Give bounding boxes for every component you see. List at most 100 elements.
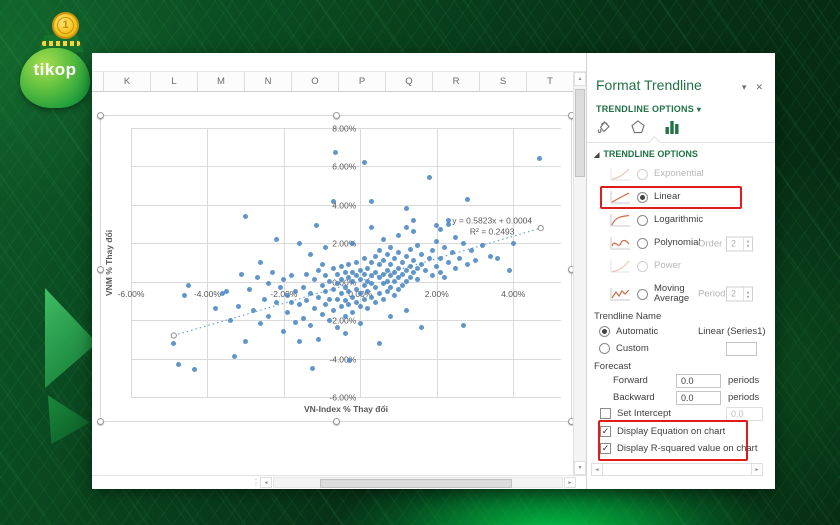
pane-close-icon[interactable]: ✕ (755, 82, 763, 93)
trendline-options-section-header[interactable]: ◢ TRENDLINE OPTIONS (594, 149, 698, 159)
trendline-option-exponential[interactable]: Exponential (587, 163, 775, 186)
scatter-point[interactable] (480, 242, 486, 248)
x-axis-title[interactable]: VN-Index % Thay đổi (131, 404, 561, 414)
scatter-point[interactable] (338, 263, 344, 269)
scatter-point[interactable] (227, 317, 233, 323)
scatter-point[interactable] (309, 365, 315, 371)
moving-average-radio[interactable] (637, 288, 648, 300)
scatter-point[interactable] (464, 261, 470, 267)
scatter-point[interactable] (361, 256, 367, 262)
scroll-right-button[interactable]: ► (751, 463, 763, 476)
scroll-down-button[interactable]: ▼ (574, 461, 586, 475)
scatter-point[interactable] (239, 271, 245, 277)
scatter-point[interactable] (354, 260, 359, 265)
scatter-point[interactable] (510, 240, 516, 246)
fill-line-tab[interactable] (595, 119, 613, 137)
scatter-point[interactable] (441, 244, 447, 250)
trendline-option-polynomial[interactable]: Polynomial Order 2 ▲ ▼ (587, 232, 775, 255)
scatter-point[interactable] (182, 292, 187, 298)
scatter-point[interactable] (369, 294, 375, 300)
logarithmic-radio[interactable] (637, 215, 648, 226)
moving-average-spinner[interactable]: 2 ▲ ▼ (726, 286, 753, 302)
scatter-point[interactable] (380, 236, 386, 242)
custom-name-option[interactable]: Custom (599, 343, 649, 354)
scatter-point[interactable] (461, 240, 467, 246)
effects-tab[interactable] (629, 119, 647, 137)
chart-selection-handle[interactable] (333, 112, 340, 119)
scatter-point[interactable] (464, 196, 470, 202)
trendline-option-linear[interactable]: Linear (587, 186, 775, 209)
scatter-point[interactable] (334, 296, 340, 302)
scatter-point[interactable] (350, 240, 356, 246)
scatter-point[interactable] (315, 336, 321, 342)
sheet-vertical-scrollbar[interactable]: ▲ ▼ (573, 72, 586, 475)
scatter-point[interactable] (445, 260, 451, 265)
chart-selection-handle[interactable] (97, 418, 104, 425)
scatter-point[interactable] (224, 288, 230, 294)
scatter-point[interactable] (300, 284, 306, 290)
scatter-point[interactable] (376, 290, 382, 296)
scatter-point[interactable] (380, 296, 386, 302)
scatter-point[interactable] (407, 263, 413, 269)
set-intercept-option[interactable]: Set Intercept (600, 408, 671, 419)
scatter-point[interactable] (212, 306, 218, 312)
scatter-point[interactable] (296, 240, 302, 246)
scatter-point[interactable] (418, 261, 424, 267)
scatter-point[interactable] (300, 315, 306, 321)
power-radio[interactable] (637, 261, 648, 272)
scatter-point[interactable] (342, 269, 348, 275)
scatter-point[interactable] (403, 206, 409, 212)
scatter-point[interactable] (403, 254, 409, 260)
scatter-point[interactable] (438, 269, 444, 275)
trendline-option-power[interactable]: Power (587, 255, 775, 278)
scatter-point[interactable] (262, 296, 268, 302)
scatter-point[interactable] (292, 288, 298, 294)
scatter-point[interactable] (415, 242, 421, 248)
automatic-radio[interactable] (599, 326, 610, 337)
scatter-point[interactable] (361, 160, 367, 166)
scatter-point[interactable] (319, 283, 325, 289)
scatter-point[interactable] (315, 267, 321, 273)
scatter-point[interactable] (331, 286, 337, 292)
scatter-point[interactable] (380, 258, 386, 264)
scatter-point[interactable] (315, 294, 321, 300)
pane-menu-arrow-icon[interactable]: ▾ (742, 82, 747, 93)
scatter-point[interactable] (384, 267, 390, 273)
scroll-up-button[interactable]: ▲ (574, 72, 586, 86)
column-header-r[interactable]: R (432, 72, 479, 91)
scatter-point[interactable] (506, 267, 512, 273)
scatter-point[interactable] (331, 265, 337, 271)
scatter-point[interactable] (231, 354, 237, 360)
pane-horizontal-scrollbar[interactable]: ◄ ► (591, 463, 763, 476)
polynomial-radio[interactable] (637, 238, 648, 249)
chart-options-tab[interactable] (663, 119, 681, 137)
scroll-left-button[interactable]: ◄ (591, 463, 603, 476)
scatter-point[interactable] (445, 217, 451, 223)
column-header-k[interactable]: K (103, 72, 150, 91)
scatter-point[interactable] (296, 338, 302, 344)
scatter-point[interactable] (369, 198, 375, 204)
scatter-point[interactable] (327, 296, 333, 302)
custom-name-input[interactable] (726, 342, 757, 356)
forward-input[interactable]: 0.0 (676, 374, 721, 388)
scatter-point[interactable] (426, 256, 432, 262)
scatter-point[interactable] (250, 308, 256, 314)
column-header-o[interactable]: O (291, 72, 338, 91)
scatter-point[interactable] (342, 313, 348, 319)
scatter-point[interactable] (376, 261, 382, 267)
scatter-point[interactable] (342, 331, 348, 337)
scatter-point[interactable] (399, 283, 405, 289)
scatter-point[interactable] (361, 271, 367, 277)
chart-object[interactable]: y = 0.5823x + 0.0004 R² = 0.2493 -6.00% -… (97, 112, 575, 425)
scatter-point[interactable] (403, 308, 409, 314)
custom-radio[interactable] (599, 343, 610, 354)
tab-split-handle[interactable]: ⋮ (252, 478, 260, 487)
scatter-point[interactable] (296, 302, 302, 308)
scroll-right-button[interactable]: ► (564, 477, 576, 488)
scatter-point[interactable] (292, 319, 298, 325)
exponential-radio[interactable] (637, 169, 648, 180)
horizontal-scroll-track[interactable] (273, 477, 563, 488)
column-header-p[interactable]: P (338, 72, 385, 91)
column-header-m[interactable]: M (197, 72, 244, 91)
automatic-name-option[interactable]: Automatic (599, 326, 658, 337)
